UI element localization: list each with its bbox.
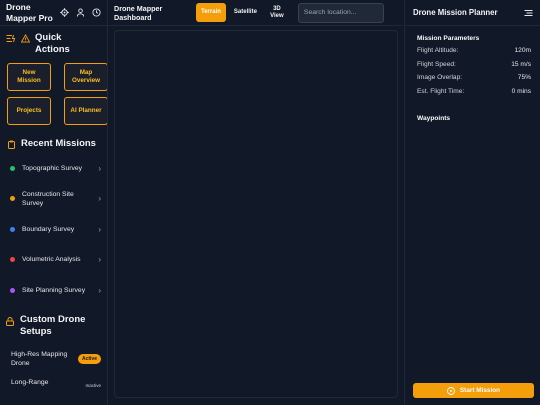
mission-label: Topographic Survey (22, 164, 83, 172)
map-overview-button[interactable]: Map Overview (64, 63, 107, 91)
param-row: Est. Flight Time: 0 mins (405, 85, 540, 99)
map-canvas[interactable] (114, 30, 398, 398)
projects-button[interactable]: Projects (7, 97, 51, 125)
param-label: Est. Flight Time: (417, 87, 465, 95)
brand-row: Drone Mapper Pro (0, 0, 107, 26)
param-value: 75% (517, 74, 531, 82)
start-mission-button[interactable]: Start Mission (413, 383, 534, 398)
quick-actions-icon (6, 34, 16, 43)
param-value: 15 m/s (511, 60, 531, 68)
custom-setups-list: High-Res Mapping Drone Active Long-Range… (0, 338, 107, 404)
custom-setups-header: Custom Drone Setups (0, 306, 107, 338)
terrain-view-button[interactable]: Terrain (196, 3, 226, 22)
status-badge: Inactive (85, 382, 101, 388)
mission-label: Boundary Survey (22, 225, 75, 233)
drone-setup-label: Long-Range (11, 378, 49, 386)
quick-actions-grid: New Mission Map Overview Projects AI Pla… (0, 56, 107, 125)
brand-icons (60, 8, 101, 17)
mission-label: Volumetric Analysis (22, 256, 81, 264)
chevron-right-icon: › (98, 255, 101, 265)
mission-label: Construction Site Survey (22, 190, 74, 207)
chevron-right-icon: › (98, 224, 101, 234)
quick-actions-header: Quick Actions (0, 26, 107, 56)
status-dot (10, 257, 15, 263)
status-dot (10, 226, 15, 232)
panel-title: Drone Mission Planner (413, 8, 498, 17)
status-dot (10, 165, 15, 171)
status-dot (10, 196, 15, 202)
status-dot (10, 287, 15, 293)
user-icon[interactable] (76, 8, 85, 17)
drone-setup-item[interactable]: High-Res Mapping Drone Active (0, 344, 107, 374)
ai-planner-button[interactable]: AI Planner (64, 97, 107, 125)
menu-icon[interactable] (524, 9, 533, 17)
3d-view-button[interactable]: 3D View (264, 3, 290, 22)
drone-setup-item[interactable]: Long-Range Inactive (0, 374, 107, 404)
custom-setups-title: Custom Drone Setups (20, 313, 86, 337)
status-badge: Active (77, 353, 101, 364)
clock-icon[interactable] (92, 8, 101, 17)
panel-header: Drone Mission Planner (405, 0, 540, 26)
start-mission-label: Start Mission (459, 387, 501, 394)
recent-missions-title: Recent Missions (21, 138, 96, 149)
drone-setup-label: High-Res Mapping Drone (11, 350, 68, 367)
new-mission-button[interactable]: New Mission (7, 63, 51, 91)
recent-missions-list: Topographic Survey › Construction Site S… (0, 153, 107, 306)
app-brand: Drone Mapper Pro (6, 1, 53, 23)
mission-item[interactable]: Construction Site Survey › (0, 184, 107, 215)
satellite-view-button[interactable]: Satellite (229, 3, 262, 22)
top-bar: Drone Mapper Dashboard Terrain Satellite… (108, 0, 402, 26)
param-row: Flight Speed: 15 m/s (405, 58, 540, 72)
mission-planner-panel: Drone Mission Planner Mission Parameters… (404, 0, 540, 405)
waypoints-title: Waypoints (417, 115, 451, 122)
param-label: Flight Speed: (417, 60, 456, 68)
param-label: Image Overlap: (417, 74, 463, 82)
param-value: 120m (514, 47, 532, 55)
chevron-right-icon: › (98, 194, 101, 204)
search-location-input[interactable] (297, 2, 384, 23)
param-label: Flight Altitude: (417, 47, 459, 55)
mission-item[interactable]: Site Planning Survey › (0, 275, 107, 306)
mission-item[interactable]: Boundary Survey › (0, 214, 107, 245)
recent-missions-header: Recent Missions (0, 125, 107, 153)
param-row: Flight Altitude: 120m (405, 44, 540, 58)
param-value: 0 mins (511, 87, 531, 95)
sidebar: Drone Mapper Pro Quick Actions New Missi… (0, 0, 108, 405)
settings-icon[interactable] (60, 8, 69, 17)
mission-item[interactable]: Volumetric Analysis › (0, 245, 107, 276)
warning-icon (21, 34, 30, 43)
mission-item[interactable]: Topographic Survey › (0, 153, 107, 184)
quick-actions-title: Quick Actions (35, 32, 70, 55)
lock-icon (6, 316, 14, 326)
param-row: Image Overlap: 75% (405, 71, 540, 85)
mission-parameters-title: Mission Parameters (417, 35, 480, 42)
chevron-right-icon: › (98, 285, 101, 295)
page-title: Drone Mapper Dashboard (114, 3, 163, 22)
clipboard-icon (8, 140, 15, 149)
chevron-right-icon: › (98, 163, 101, 173)
mission-label: Site Planning Survey (22, 286, 86, 294)
play-circle-icon (446, 386, 455, 395)
